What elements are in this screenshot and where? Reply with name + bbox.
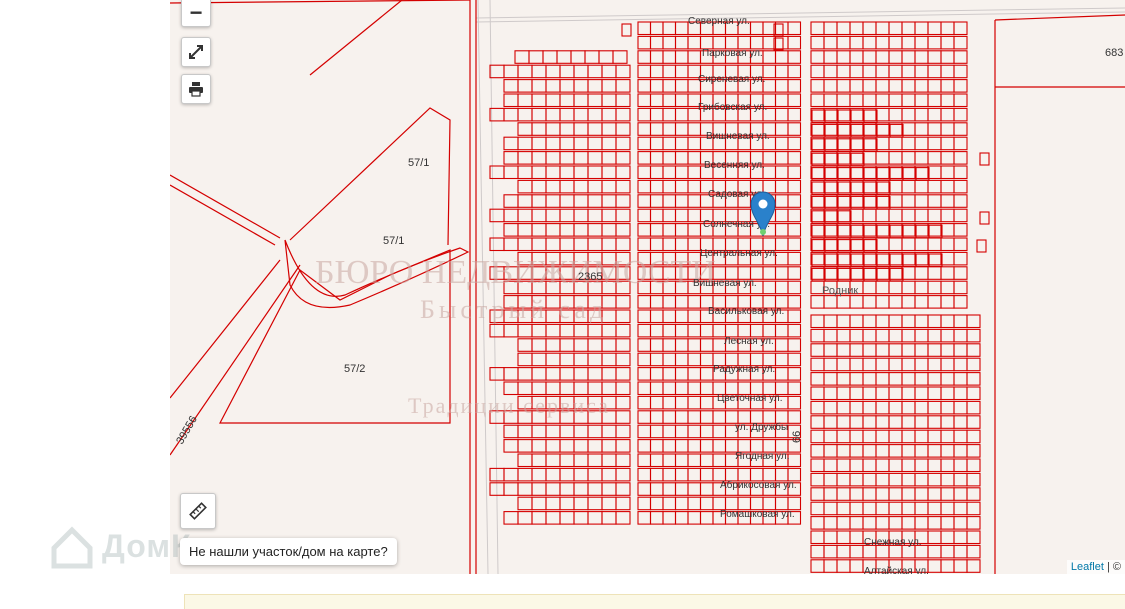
street-label: Грибовская ул.: [698, 101, 767, 113]
parcel-label-57-2: 57/2: [344, 363, 365, 375]
zoom-out-button[interactable]: −: [181, 0, 211, 27]
info-strip: [184, 594, 1125, 609]
map-canvas[interactable]: БЮРО НЕДВИЖИМОСТИ Быстрый сад Традиции с…: [170, 0, 1125, 574]
printer-icon: [189, 82, 203, 97]
street-labels: Северная ул. Парковая ул. Сиреневая ул. …: [688, 16, 929, 574]
street-label: Ромашковая ул.: [720, 509, 795, 520]
attribution-tail: ©: [1112, 561, 1121, 573]
street-label: Лесная ул.: [724, 336, 774, 347]
street-label: Центральная ул.: [700, 248, 778, 259]
street-label: Весенняя ул.: [704, 160, 765, 171]
svg-text:БЮРО НЕДВИЖИМОСТИ: БЮРО НЕДВИЖИМОСТИ: [315, 254, 716, 291]
map-layer: БЮРО НЕДВИЖИМОСТИ Быстрый сад Традиции с…: [170, 0, 1125, 574]
attribution-separator: |: [1103, 561, 1113, 573]
street-label: Вишневая ул.: [706, 131, 770, 142]
leaflet-link[interactable]: Leaflet: [1071, 561, 1104, 573]
svg-text:Традиции сервиса: Традиции сервиса: [408, 393, 610, 418]
map-attribution: Leaflet | ©: [1066, 560, 1125, 574]
street-label: Сиреневая ул.: [698, 74, 765, 85]
street-label: Цветочная ул.: [717, 393, 783, 404]
zoom-out-label: −: [189, 0, 203, 25]
street-label: Абрикосовая ул.: [720, 479, 797, 491]
not-found-parcel-button[interactable]: Не нашли участок/дом на карте?: [180, 538, 397, 565]
street-label: Северная ул.: [688, 16, 750, 27]
left-pane: [0, 0, 170, 574]
fullscreen-button[interactable]: [181, 37, 211, 67]
parcel-label-66: 66: [791, 431, 803, 443]
parcel-label-57-1-b: 57/1: [383, 235, 404, 247]
street-label: Алтайская ул.: [864, 566, 929, 574]
parcel-label-39556: 39556: [174, 414, 200, 446]
street-label: Парковая ул.: [702, 48, 763, 59]
street-label: Вишневая ул.: [693, 278, 757, 289]
svg-text:Быстрый сад: Быстрый сад: [420, 295, 607, 324]
street-label: Васильковая ул.: [708, 306, 784, 317]
parcel-label-57-1-a: 57/1: [408, 157, 429, 169]
street-label: Радужная ул.: [713, 364, 775, 375]
street-label: Снежная ул.: [864, 537, 922, 548]
ruler-icon: [189, 502, 207, 520]
watermark: БЮРО НЕДВИЖИМОСТИ Быстрый сад Традиции с…: [315, 254, 716, 418]
street-label: Ягодная ул.: [735, 451, 790, 462]
house-logo-icon: [51, 526, 93, 569]
expand-icon: [189, 45, 203, 59]
parcel-label-683: 683: [1105, 47, 1123, 59]
street-label: ул. Дружбы: [735, 421, 788, 433]
parcel-label-2365: 2365: [578, 271, 602, 283]
print-button[interactable]: [181, 74, 211, 104]
place-label-rodnik: Родник: [822, 285, 858, 297]
